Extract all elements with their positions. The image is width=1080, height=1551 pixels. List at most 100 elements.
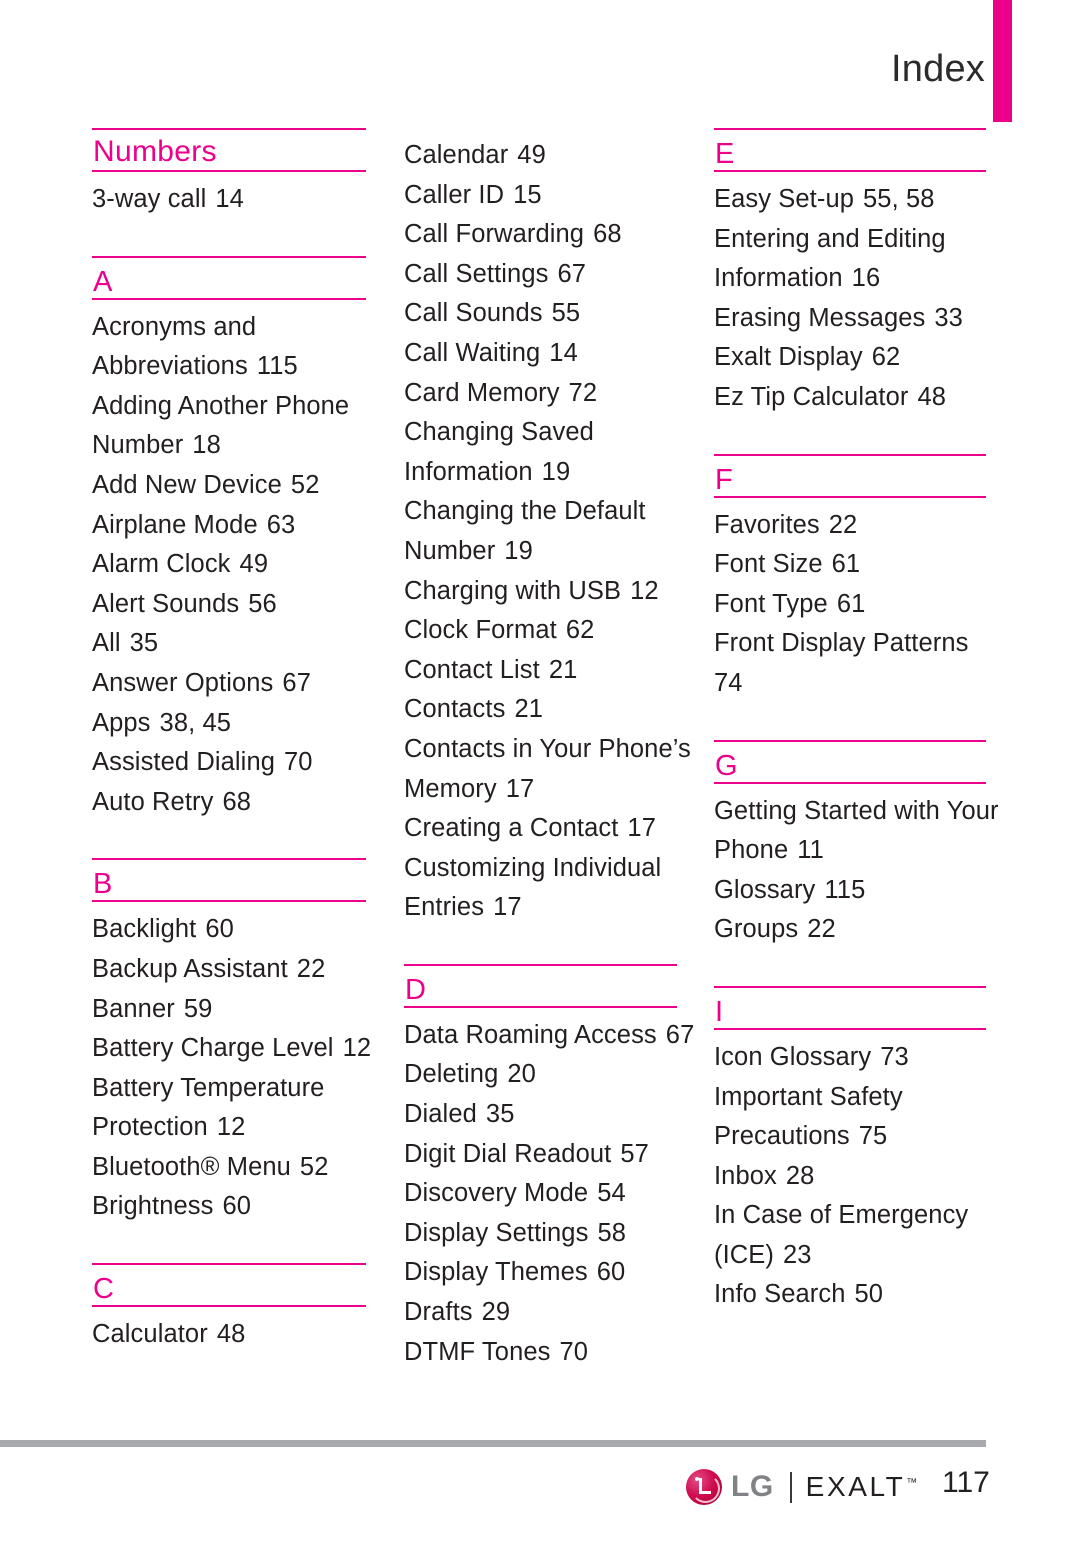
index-entry-pages: 58 — [597, 1218, 627, 1247]
index-entry-title: Alarm Clock — [92, 550, 231, 579]
index-entry-title: Number — [92, 431, 184, 460]
index-entry-title: Auto Retry — [92, 787, 214, 816]
index-entry: 74 — [714, 664, 986, 704]
index-entry: Entering and Editing — [714, 220, 986, 260]
index-section-letter: E — [715, 138, 735, 170]
index-entry-title: Easy Set-up — [714, 185, 855, 213]
index-entry: Brightness 60 — [92, 1187, 366, 1227]
index-entry-list: Data Roaming Access 67 Deleting 20 Dialed 35 D… — [404, 1008, 694, 1372]
index-entry: Clock Format 62 — [404, 611, 677, 651]
page-number: 117 — [942, 1466, 990, 1499]
index-section: E Easy Set-up 55, 58 Entering and Editing In… — [714, 128, 986, 418]
index-entry-title: Data Roaming Access — [404, 1020, 657, 1049]
index-entry: Font Size 61 — [714, 545, 986, 585]
index-entry-title: Call Waiting — [404, 338, 541, 367]
index-entry-list: 3-way call 14 — [92, 172, 366, 220]
index-entry: Call Sounds 55 — [404, 294, 677, 334]
index-entry-pages: 33 — [934, 303, 963, 332]
index-entry: Contact List 21 — [404, 651, 677, 691]
index-entry-title: Adding Another Phone — [92, 391, 350, 420]
index-entry-pages: 57 — [620, 1139, 649, 1168]
index-entry-pages: 22 — [828, 510, 858, 539]
index-entry: Calculator 48 — [92, 1315, 366, 1355]
index-section-heading: C — [92, 1263, 366, 1308]
index-section: C Calculator 48 — [92, 1263, 366, 1355]
index-entry: Precautions 75 — [714, 1117, 986, 1157]
index-entry-pages: 22 — [296, 954, 326, 983]
index-entry: Deleting 20 — [404, 1055, 677, 1095]
index-entry: Battery Temperature — [92, 1069, 366, 1109]
index-entry-pages: 60 — [222, 1192, 252, 1221]
index-section-letter: A — [93, 265, 113, 298]
index-entry-list: Favorites 22 Font Size 61 Font Type 61 Front D… — [714, 498, 986, 704]
page-footer: LG EXALT™ 117 — [0, 1432, 1080, 1551]
index-entry-pages: 12 — [216, 1113, 246, 1142]
index-entry-pages: 56 — [248, 589, 277, 618]
index-entry: Add New Device 52 — [92, 466, 366, 506]
exalt-wordmark: EXALT™ — [806, 1473, 918, 1501]
index-entry: Data Roaming Access 67 — [404, 1016, 694, 1056]
index-entry-pages: 60 — [596, 1258, 626, 1287]
index-entry-title: Airplane Mode — [92, 510, 258, 539]
index-entry-title: Abbreviations — [92, 352, 248, 381]
index-entry-title: Call Settings — [404, 259, 549, 288]
index-entry: Assisted Dialing 70 — [92, 743, 366, 783]
index-section-heading: Numbers — [92, 128, 366, 172]
brand-lockup: LG EXALT™ — [686, 1467, 917, 1507]
index-entry: (ICE) 23 — [714, 1236, 986, 1276]
index-entry: Calendar 49 — [404, 136, 677, 176]
index-entry: 3-way call 14 — [92, 180, 366, 220]
index-entry-list: Getting Started with Your Phone 11 Glossary… — [714, 784, 998, 950]
index-section-heading: G — [714, 739, 986, 784]
index-entry-pages: 38, 45 — [159, 708, 232, 737]
index-section-heading: E — [714, 128, 986, 172]
index-entry-pages: 70 — [559, 1337, 589, 1366]
index-entry-title: Font Type — [714, 589, 828, 618]
index-entry: Contacts in Your Phone’s — [404, 730, 691, 770]
index-entry: Card Memory 72 — [404, 374, 677, 414]
index-entry-title: Charging with USB — [404, 576, 622, 605]
index-entry: Font Type 61 — [714, 585, 986, 625]
index-entry-title: Assisted Dialing — [92, 748, 276, 777]
index-entry-pages: 62 — [871, 343, 901, 372]
index-entry-pages: 55, 58 — [863, 185, 935, 213]
index-section-heading: B — [92, 858, 366, 903]
index-entry-pages: 68 — [593, 220, 622, 249]
index-entry-title: Ez Tip Calculator — [714, 382, 909, 411]
index-entry-title: Call Forwarding — [404, 220, 585, 249]
index-entry-pages: 52 — [299, 1152, 329, 1181]
brand-divider — [789, 1471, 792, 1503]
index-entry-title: Calendar — [404, 141, 509, 169]
index-section-letter: Numbers — [93, 135, 217, 168]
index-entry: Apps 38, 45 — [92, 704, 366, 744]
index-entry-pages: 14 — [549, 338, 578, 367]
index-entry: Erasing Messages 33 — [714, 299, 986, 339]
index-entry-title: Calculator — [92, 1320, 208, 1349]
index-entry-title: All — [92, 629, 121, 658]
index-entry: Changing the Default — [404, 492, 677, 532]
index-entry-pages: 14 — [215, 185, 244, 213]
index-entry: Answer Options 67 — [92, 664, 366, 704]
index-entry-pages: 21 — [548, 655, 578, 684]
index-section-heading: D — [404, 963, 677, 1008]
index-section-letter: D — [405, 973, 427, 1006]
index-entry-title: Battery Temperature — [92, 1073, 325, 1102]
index-entry: Drafts 29 — [404, 1293, 677, 1333]
index-entry: Display Themes 60 — [404, 1253, 677, 1293]
index-entry-pages: 73 — [880, 1042, 909, 1071]
lg-logo-icon — [686, 1469, 722, 1505]
index-entry-title: Backup Assistant — [92, 954, 288, 983]
index-entry-title: Number — [404, 536, 496, 565]
index-entry: Backlight 60 — [92, 910, 366, 950]
index-entry-title: Call Sounds — [404, 299, 543, 328]
index-entry-pages: 20 — [507, 1060, 536, 1089]
index-entry: All 35 — [92, 624, 366, 664]
index-entry-pages: 115 — [256, 352, 298, 381]
index-entry-pages: 12 — [342, 1034, 372, 1063]
index-entry: Protection 12 — [92, 1108, 366, 1148]
index-entry: Favorites 22 — [714, 506, 986, 546]
index-entry: Information 19 — [404, 453, 677, 493]
index-entry: Groups 22 — [714, 910, 986, 950]
index-section: A Acronyms and Abbreviations 115 Adding Anot… — [92, 255, 366, 823]
footer-divider — [0, 1440, 986, 1447]
